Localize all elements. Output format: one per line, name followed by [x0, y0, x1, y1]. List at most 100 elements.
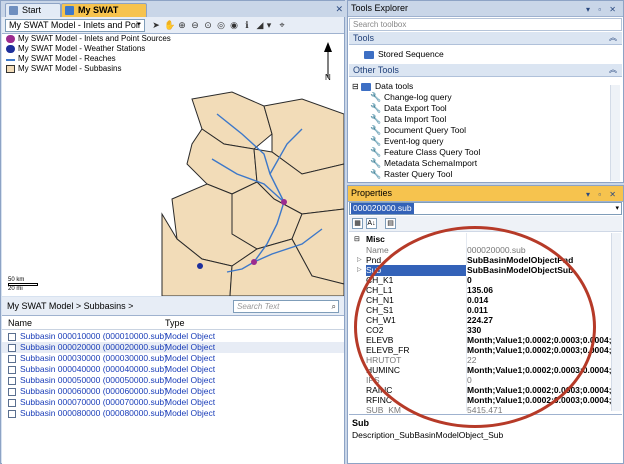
section-label: Other Tools: [353, 65, 399, 75]
search-icon: ⌕: [331, 302, 336, 311]
toolbox-search-input[interactable]: Search toolbox: [349, 18, 622, 31]
weather-station-point[interactable]: [197, 263, 203, 269]
table-row[interactable]: Subbasin 000030000 (000030000.sub) Model …: [2, 353, 344, 364]
chevron-down-icon[interactable]: ▾: [137, 20, 141, 28]
model-icon: [65, 6, 74, 15]
wrench-icon: 🔧: [370, 103, 382, 113]
search-input[interactable]: Search Text ⌕: [233, 300, 339, 313]
chevron-up-icon[interactable]: ︽: [609, 64, 617, 76]
table-row[interactable]: Subbasin 000050000 (000050000.sub) Model …: [2, 375, 344, 386]
close-icon[interactable]: ✕: [335, 4, 343, 15]
map-toolbar: My SWAT Model - Inlets and Poir ▾ ➤ ✋ ⊕ …: [2, 17, 344, 34]
table-row[interactable]: Subbasin 000060000 (000060000.sub) Model …: [2, 386, 344, 397]
wrench-icon: 🔧: [370, 169, 382, 179]
inlet-point-icon: [6, 35, 15, 43]
column-header-type[interactable]: Type: [165, 318, 185, 328]
row-name: Subbasin 000050000 (000050000.sub): [20, 375, 167, 385]
table-row[interactable]: Subbasin 000020000 (000020000.sub) Model …: [2, 342, 344, 353]
zoom-out-icon[interactable]: ⊖: [190, 20, 200, 30]
identify-icon[interactable]: ℹ: [242, 20, 252, 30]
data-tools-folder[interactable]: ⊟ Data tools: [352, 81, 413, 92]
tool-item[interactable]: 🔧 Document Query Tool: [370, 125, 466, 136]
legend-item-weather[interactable]: My SWAT Model - Weather Stations: [4, 44, 164, 54]
scrollbar[interactable]: [611, 233, 621, 411]
table-row[interactable]: Subbasin 000040000 (000040000.sub) Model …: [2, 364, 344, 375]
scale-bar: 50 km 20 mi: [8, 277, 44, 295]
toolbox-search-placeholder: Search toolbox: [353, 20, 407, 29]
pointer-icon[interactable]: ➤: [151, 20, 161, 30]
model-object-icon: [8, 344, 16, 352]
inlet-point[interactable]: [281, 199, 287, 205]
breadcrumb-path[interactable]: My SWAT Model > Subbasins >: [7, 301, 133, 311]
model-object-icon: [8, 388, 16, 396]
chevron-up-icon[interactable]: ︽: [609, 32, 617, 44]
panel-title-bar: Properties ▾ ▫ ✕: [348, 186, 623, 202]
row-type: Model Object: [165, 331, 216, 341]
legend-item-subbasins[interactable]: My SWAT Model - Subbasins: [4, 64, 164, 74]
wrench-icon: 🔧: [370, 92, 382, 102]
tool-label: Data Import Tool: [384, 114, 447, 124]
tool-item[interactable]: 🔧 Raster Query Tool: [370, 169, 452, 180]
tool-item[interactable]: 🔧 Change-log query: [370, 92, 452, 103]
pan-icon[interactable]: ✋: [164, 20, 175, 30]
tool-item[interactable]: 🔧 Data Import Tool: [370, 114, 446, 125]
row-name: Subbasin 000010000 (000010000.sub): [20, 331, 167, 341]
panel-title-bar: Tools Explorer ▾ ▫ ✕: [348, 1, 623, 17]
collapse-icon[interactable]: ⊟: [352, 81, 359, 92]
tool-item[interactable]: 🔧 Metadata SchemaImport: [370, 158, 477, 169]
subbasin-polygon-icon: [6, 65, 15, 73]
section-tools[interactable]: Tools ︽: [349, 32, 622, 45]
map-view[interactable]: N My SWAT Model - Inlets and Point Sourc…: [2, 34, 344, 296]
sort-alpha-icon[interactable]: A↓: [366, 218, 377, 229]
row-name: Subbasin 000030000 (000030000.sub): [20, 353, 167, 363]
panel-window-buttons[interactable]: ▾ ▫ ✕: [586, 2, 619, 17]
wrench-icon: 🔧: [370, 147, 382, 157]
section-other-tools[interactable]: Other Tools ︽: [349, 64, 622, 77]
tool-item[interactable]: 🔧 Data Export Tool: [370, 103, 447, 114]
model-object-icon: [8, 366, 16, 374]
object-selector[interactable]: 000020000.sub ▾: [349, 202, 622, 215]
tab-start-page[interactable]: Start Page: [5, 3, 61, 28]
legend-item-inlets[interactable]: My SWAT Model - Inlets and Point Sources: [4, 34, 171, 44]
panel-window-buttons[interactable]: ▾ ▫ ✕: [586, 187, 619, 202]
tool-label: Feature Class Query Tool: [384, 147, 481, 157]
zoom-in-icon[interactable]: ⊕: [177, 20, 187, 30]
tool-label: Raster Query Tool: [384, 169, 453, 179]
scrollbar[interactable]: [610, 85, 620, 181]
row-type: Model Object: [165, 353, 216, 363]
row-type: Model Object: [165, 408, 216, 418]
table-row[interactable]: Subbasin 000070000 (000070000.sub) Model …: [2, 397, 344, 408]
layer-select[interactable]: My SWAT Model - Inlets and Poir: [5, 19, 145, 32]
inlet-point[interactable]: [251, 259, 257, 265]
chevron-down-icon[interactable]: ▾: [615, 203, 619, 214]
chevron-down-icon[interactable]: ▾: [264, 20, 274, 30]
stored-sequence-item[interactable]: Stored Sequence: [364, 49, 444, 60]
select-icon[interactable]: ⌖: [277, 20, 287, 30]
tab-my-swat-model[interactable]: My SWAT Model: [61, 3, 147, 28]
breadcrumb: My SWAT Model > Subbasins > Search Text …: [2, 297, 344, 316]
legend-item-reaches[interactable]: My SWAT Model - Reaches: [4, 54, 164, 64]
table-row[interactable]: Subbasin 000080000 (000080000.sub) Model …: [2, 408, 344, 419]
reach-line-icon: [6, 59, 15, 61]
model-object-icon: [8, 410, 16, 418]
legend-label: My SWAT Model - Subbasins: [18, 64, 122, 73]
tool-item[interactable]: 🔧 Event-log query: [370, 136, 444, 147]
property-pages-icon[interactable]: ▤: [385, 218, 396, 229]
column-header-name[interactable]: Name: [8, 318, 32, 328]
table-row[interactable]: Subbasin 000010000 (000010000.sub) Model …: [2, 331, 344, 342]
row-name: Subbasin 000080000 (000080000.sub): [20, 408, 167, 418]
wrench-icon: 🔧: [370, 114, 382, 124]
map-legend: My SWAT Model - Inlets and Point Sources…: [4, 34, 171, 79]
zoom-previous-icon[interactable]: ◎: [216, 20, 226, 30]
panel-title: Tools Explorer: [351, 3, 409, 13]
folder-icon: [361, 83, 371, 91]
zoom-next-icon[interactable]: ◉: [229, 20, 239, 30]
row-type: Model Object: [165, 375, 216, 385]
grid-header: Name Type: [2, 316, 344, 330]
tool-item[interactable]: 🔧 Feature Class Query Tool: [370, 147, 480, 158]
document-pane: Start Page My SWAT Model ✕ My SWAT Model…: [0, 0, 346, 464]
subbasins: [161, 91, 344, 296]
collapse-icon[interactable]: ⊟: [354, 234, 360, 245]
categorized-icon[interactable]: ▦: [352, 218, 363, 229]
zoom-extent-icon[interactable]: ⊙: [203, 20, 213, 30]
